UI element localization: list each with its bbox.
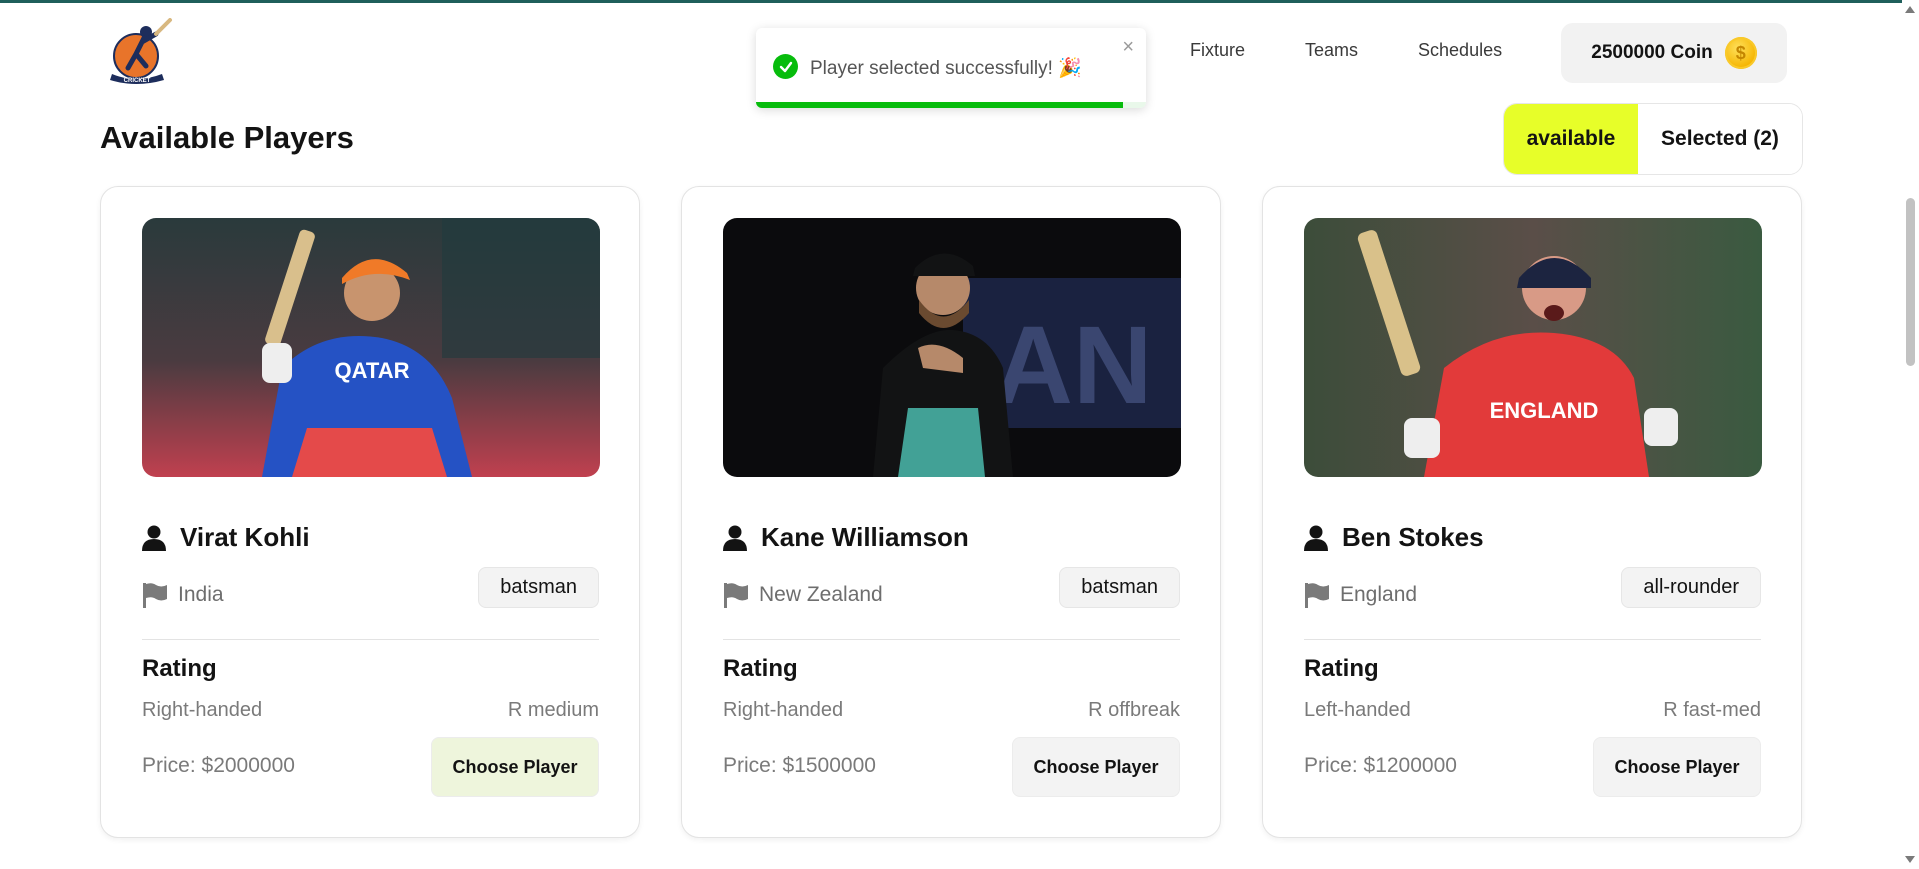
player-price: Price: $1500000 [723, 754, 876, 777]
flag-icon [143, 583, 167, 608]
check-circle-icon [773, 54, 798, 79]
nav-teams[interactable]: Teams [1305, 40, 1358, 61]
batting-style: Left-handed [1304, 699, 1411, 721]
scroll-down-arrow-icon[interactable] [1905, 856, 1915, 863]
batting-style: Right-handed [723, 699, 844, 721]
choose-player-button[interactable]: Choose Player [1012, 737, 1180, 797]
role-badge: batsman [478, 567, 599, 608]
scroll-up-arrow-icon[interactable] [1905, 6, 1915, 13]
svg-text:AN: AN [994, 304, 1153, 427]
coin-balance-label: 2500000 Coin [1591, 42, 1713, 63]
flag-icon [724, 583, 748, 608]
player-country: India [178, 583, 224, 606]
player-name: Ben Stokes [1342, 522, 1484, 552]
role-badge: all-rounder [1621, 567, 1761, 608]
player-price: Price: $2000000 [142, 754, 295, 777]
bowling-style: R fast-med [1663, 699, 1761, 721]
nav-schedules[interactable]: Schedules [1418, 40, 1502, 61]
choose-player-button[interactable]: Choose Player [1593, 737, 1761, 797]
batting-style: Right-handed [142, 699, 263, 721]
player-country: New Zealand [759, 583, 883, 606]
bowling-style: R offbreak [1088, 699, 1180, 721]
player-name: Virat Kohli [180, 522, 310, 552]
cricket-logo[interactable]: CRICKET [106, 18, 180, 88]
page-title: Available Players [100, 120, 354, 155]
rating-label: Rating [1304, 655, 1379, 682]
player-card: QATAR Virat Kohli India batsman Rating R… [100, 186, 640, 838]
available-toggle-button[interactable]: available [1504, 104, 1638, 174]
main-nav: Fixture Teams Schedules [1190, 40, 1502, 61]
coin-balance[interactable]: 2500000 Coin $ [1561, 23, 1787, 83]
close-icon[interactable]: × [1122, 36, 1134, 59]
view-toggle: available Selected (2) [1503, 103, 1803, 175]
player-card: AN Kane Williamson New Zealand batsman R… [681, 186, 1221, 838]
user-icon [1304, 525, 1328, 551]
svg-text:CRICKET: CRICKET [124, 78, 151, 84]
player-card: ENGLAND Ben Stokes England all-rounder R… [1262, 186, 1802, 838]
choose-player-button[interactable]: Choose Player [431, 737, 599, 797]
user-icon [142, 525, 166, 551]
divider [723, 639, 1180, 640]
scrollbar-thumb[interactable] [1906, 198, 1915, 366]
selected-toggle-button[interactable]: Selected (2) [1638, 104, 1802, 174]
divider [1304, 639, 1761, 640]
svg-text:QATAR: QATAR [335, 358, 410, 383]
divider [142, 639, 599, 640]
coin-icon: $ [1724, 37, 1757, 69]
success-toast: Player selected successfully! 🎉 × [756, 28, 1146, 108]
top-accent-line [0, 0, 1919, 3]
rating-label: Rating [142, 655, 217, 682]
player-photo: AN [723, 218, 1181, 477]
player-photo: QATAR [142, 218, 600, 477]
role-badge: batsman [1059, 567, 1180, 608]
user-icon [723, 525, 747, 551]
player-country: England [1340, 583, 1418, 606]
player-photo: ENGLAND [1304, 218, 1762, 477]
nav-fixture[interactable]: Fixture [1190, 40, 1245, 61]
flag-icon [1305, 583, 1329, 608]
toast-progress-bar [756, 102, 1123, 108]
rating-label: Rating [723, 655, 798, 682]
vertical-scrollbar[interactable] [1902, 0, 1919, 869]
svg-text:ENGLAND: ENGLAND [1490, 398, 1599, 423]
player-price: Price: $1200000 [1304, 754, 1457, 777]
bowling-style: R medium [507, 699, 599, 721]
toast-message: Player selected successfully! 🎉 [810, 58, 1082, 79]
player-name: Kane Williamson [761, 522, 969, 552]
